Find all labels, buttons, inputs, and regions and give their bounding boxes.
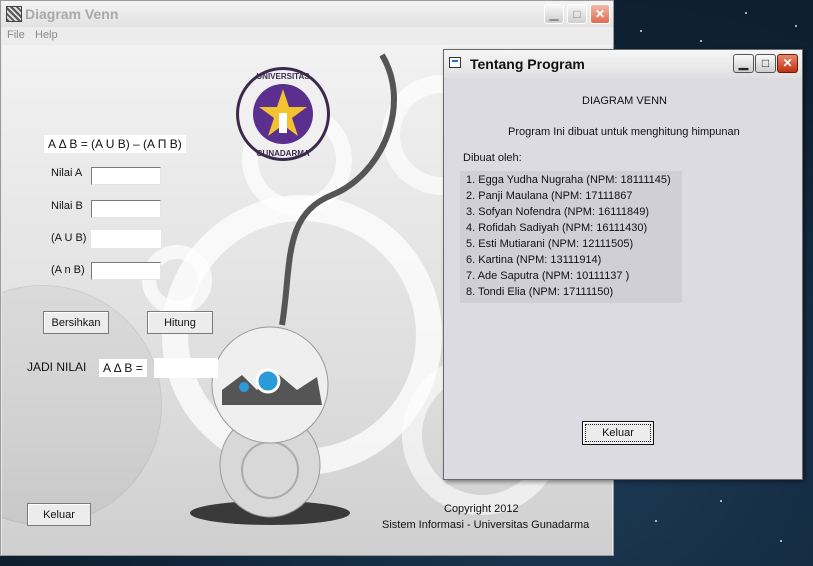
nilai-a-label: Nilai A [51,167,83,179]
menu-file[interactable]: File [7,29,25,41]
dialog-description: Program Ini dibuat untuk menghitung himp… [508,126,740,138]
close-icon: ✕ [594,7,606,21]
dialog-close-button[interactable]: ✕ [777,54,798,73]
minimize-icon: ▁ [738,56,749,70]
star [720,500,722,502]
result-output[interactable] [154,358,218,378]
nilai-a-input[interactable] [91,167,161,185]
list-item: 2. Panji Maulana (NPM: 17111867 [466,190,633,202]
star [795,25,797,27]
formula-label: A Δ B = (A U B) – (A Π B) [44,135,186,153]
window-icon [449,57,461,68]
maximize-icon: □ [573,7,581,21]
main-title-bar[interactable]: Diagram Venn ▁ □ ✕ [1,1,613,27]
nilai-b-label: Nilai B [51,200,83,212]
close-button[interactable]: ✕ [590,4,610,24]
minimize-button[interactable]: ▁ [544,4,564,24]
intersect-label: (A n B) [51,264,85,276]
result-label: JADI NILAI [27,360,87,374]
list-item: 8. Tondi Elia (NPM: 17111150) [466,286,614,298]
menu-help[interactable]: Help [35,29,58,41]
union-label: (A U B) [51,232,87,244]
maximize-icon: □ [761,56,770,70]
list-item: 5. Esti Mutiarani (NPM: 12111505) [466,238,634,250]
star [640,30,642,32]
star [780,540,782,542]
main-exit-button[interactable]: Keluar [27,503,91,526]
about-dialog: Tentang Program ▁ □ ✕ DIAGRAM VENN Progr… [443,49,803,480]
result-formula-label: A Δ B = [99,359,147,377]
star [745,12,747,14]
menu-bar: File Help [1,27,613,45]
copyright-text: Copyright 2012 [444,503,519,515]
dialog-maximize-button[interactable]: □ [755,54,776,73]
compute-button[interactable]: Hitung [147,311,213,334]
made-by-label: Dibuat oleh: [463,152,522,164]
list-item: 4. Rofidah Sadiyah (NPM: 16111430) [466,222,648,234]
clear-button[interactable]: Bersihkan [43,311,109,334]
star [655,520,657,522]
authors-list: 1. Egga Yudha Nugraha (NPM: 18111145) 2.… [460,171,682,303]
union-output[interactable] [91,230,161,248]
minimize-icon: ▁ [549,7,559,21]
dialog-heading: DIAGRAM VENN [582,95,667,107]
app-icon [6,6,22,22]
dialog-client-area: DIAGRAM VENN Program Ini dibuat untuk me… [448,79,798,475]
footer-text: Sistem Informasi - Universitas Gunadarma [382,519,590,531]
nilai-b-input[interactable] [91,200,161,218]
dialog-minimize-button[interactable]: ▁ [733,54,754,73]
university-logo: UNIVERSITAS GUNADARMA [236,67,330,161]
list-item: 1. Egga Yudha Nugraha (NPM: 18111145) [466,174,671,186]
intersect-output[interactable] [91,262,161,280]
list-item: 3. Sofyan Nofendra (NPM: 16111849) [466,206,650,218]
dialog-title: Tentang Program [470,56,585,72]
logo-text-top: UNIVERSITAS [256,72,310,81]
logo-text-bottom: GUNADARMA [256,149,310,158]
dialog-title-bar[interactable]: Tentang Program ▁ □ ✕ [444,50,802,78]
list-item: 6. Kartina (NPM: 13111914) [466,254,602,266]
dialog-exit-button[interactable]: Keluar [582,421,654,445]
main-window-title: Diagram Venn [25,6,119,22]
maximize-button[interactable]: □ [567,4,587,24]
list-item: 7. Ade Saputra (NPM: 10111137 ) [466,270,630,282]
star [700,40,702,42]
close-icon: ✕ [782,56,793,70]
